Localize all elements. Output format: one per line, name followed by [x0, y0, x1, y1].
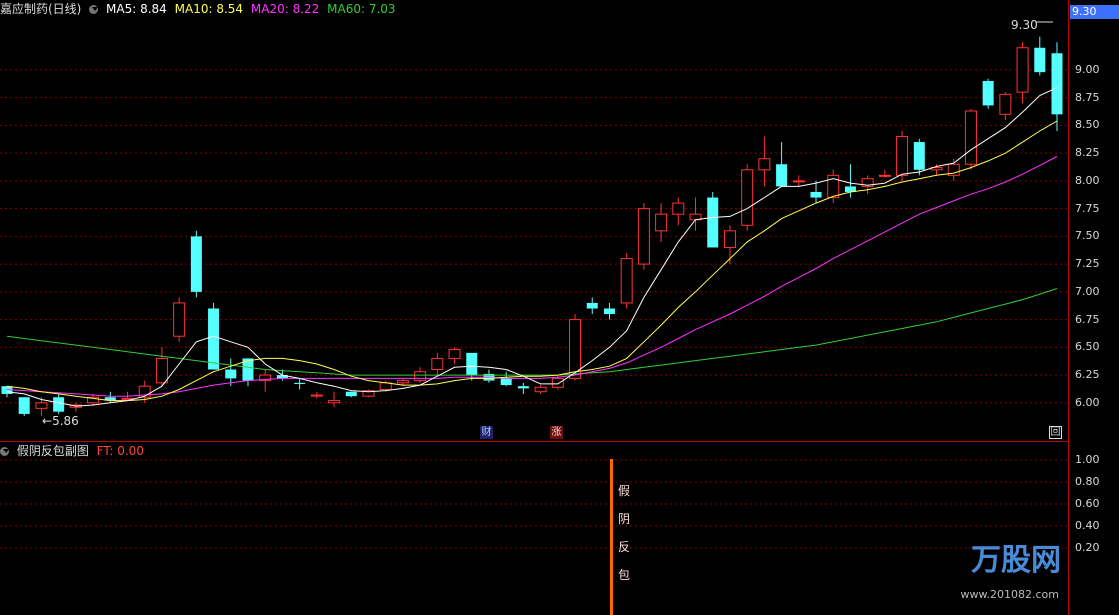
candle-body-down	[603, 308, 615, 315]
price-tick-label: 6.00	[1075, 395, 1100, 409]
candle-body-down	[225, 369, 237, 379]
price-axis[interactable]: 9.30 9.00 8.75 8.50 8.25 8.00 7.75 7.50 7.25 7.0…	[1068, 0, 1119, 615]
candle-body-down	[982, 81, 994, 106]
candle-body-up	[637, 208, 650, 265]
signal-char: 假	[618, 484, 631, 498]
candle-body-up	[448, 349, 461, 359]
candle-body-down	[500, 378, 512, 386]
candle-body-down	[1034, 47, 1046, 73]
price-tick-label: 6.25	[1075, 368, 1100, 382]
candle-body-up	[396, 380, 409, 384]
price-tick-label: 6.75	[1075, 312, 1100, 326]
price-tick-label: 7.50	[1075, 229, 1100, 243]
candle-body-up	[878, 174, 891, 177]
signal-char: 阴	[618, 512, 631, 526]
price-tick-label: 8.50	[1075, 118, 1100, 132]
price-tick-label: 7.75	[1075, 201, 1100, 215]
candle-body-up	[310, 394, 323, 397]
candle-body-up	[741, 169, 754, 226]
price-tick-label: 8.75	[1075, 90, 1100, 104]
candle-body-up	[431, 357, 444, 371]
sub-indicator-chart[interactable]	[0, 442, 1069, 615]
candle-body-up	[655, 213, 668, 232]
candle-body-down	[913, 142, 925, 170]
candle-body-up	[672, 202, 685, 215]
candle-body-down	[707, 197, 719, 248]
candle-body-down	[208, 308, 220, 370]
candle-body-down	[53, 397, 65, 412]
candle-body-up	[964, 110, 977, 165]
candle-body-up	[723, 230, 736, 248]
candlestick-chart[interactable]	[0, 0, 1069, 441]
candle-body-up	[896, 136, 909, 176]
candle-body-down	[586, 302, 598, 309]
candle-body-down	[190, 236, 202, 292]
high-price-label: 9.30	[1011, 18, 1038, 32]
candle-body-down	[517, 386, 529, 389]
candle-body-up	[328, 400, 341, 404]
candle-body-down	[1051, 53, 1063, 115]
candle-body-up	[35, 402, 48, 409]
candle-body-up	[155, 357, 168, 384]
candle-body-up	[551, 377, 564, 388]
candle-body-up	[379, 382, 392, 390]
limit-up-badge[interactable]: 涨	[550, 426, 563, 439]
candle-body-down	[294, 382, 306, 384]
price-tick-label: 9.00	[1075, 62, 1100, 76]
candle-body-up	[999, 93, 1012, 115]
price-tick-label: 8.25	[1075, 146, 1100, 160]
sub-tick-label: 1.00	[1075, 453, 1100, 466]
candle-body-down	[18, 397, 30, 414]
sub-tick-label: 0.20	[1075, 541, 1100, 554]
stock-chart-window: 嘉应制药(日线) MA5: 8.84 MA10: 8.54 MA20: 8.22…	[0, 0, 1119, 615]
current-price-box: 9.30	[1070, 5, 1119, 19]
finance-badge[interactable]: 财	[480, 426, 493, 439]
price-tick-label: 8.00	[1075, 173, 1100, 187]
candle-body-up	[1016, 47, 1029, 93]
watermark-logo: 万股网	[971, 543, 1061, 578]
sub-tick-label: 0.60	[1075, 497, 1100, 510]
restore-icon[interactable]: 回	[1049, 426, 1062, 439]
candle-body-down	[810, 191, 822, 198]
low-price-value: 5.86	[52, 414, 79, 428]
sub-tick-label: 0.80	[1075, 475, 1100, 488]
candle-body-up	[758, 158, 771, 171]
candle-body-up	[792, 180, 805, 183]
signal-char: 包	[618, 568, 631, 582]
low-price-label: ←5.86	[42, 414, 79, 428]
sub-tick-label: 0.40	[1075, 519, 1100, 532]
candle-body-down	[345, 391, 357, 397]
price-tick-label: 7.25	[1075, 257, 1100, 271]
price-tick-label: 6.50	[1075, 340, 1100, 354]
price-tick-label: 7.00	[1075, 284, 1100, 298]
signal-bar	[610, 459, 613, 615]
candle-body-down	[466, 352, 478, 376]
candle-body-up	[620, 258, 633, 304]
candle-body-up	[534, 386, 547, 393]
candle-body-down	[776, 164, 788, 187]
watermark-url: www.201082.com	[960, 588, 1059, 601]
signal-char: 反	[618, 540, 631, 554]
candle-body-up	[173, 302, 186, 337]
candle-body-up	[414, 371, 427, 382]
